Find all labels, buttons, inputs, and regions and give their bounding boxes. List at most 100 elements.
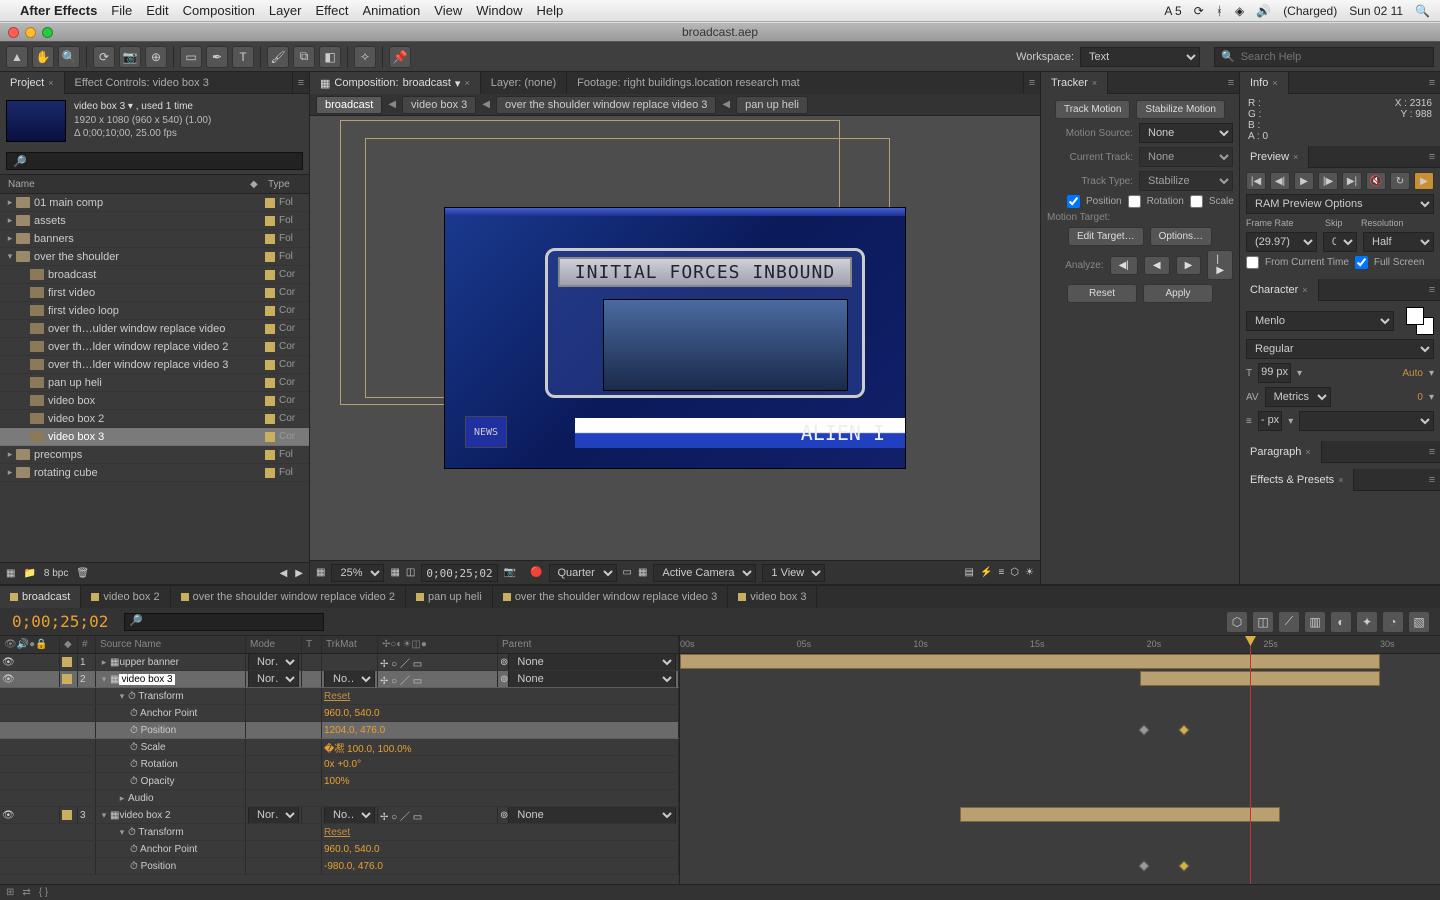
zoom-tool[interactable]: 🔍 — [58, 46, 80, 68]
play-button[interactable]: ▶ — [1294, 172, 1314, 190]
mute-button[interactable]: 🔇 — [1366, 172, 1386, 190]
current-time-display[interactable]: 0;00;25;02 — [0, 612, 120, 631]
panel-menu-icon[interactable]: ≡ — [293, 77, 309, 89]
layer-row[interactable]: ⏱ Position-980.0, 476.0 — [0, 858, 679, 875]
toggle-switches-icon[interactable]: ⇄ — [22, 887, 30, 898]
frame-blend-icon[interactable]: ▥ — [1304, 611, 1326, 633]
timeline-tab[interactable]: over the shoulder window replace video 3 — [493, 586, 728, 608]
col-number[interactable]: # — [78, 636, 96, 653]
brackets-icon[interactable]: { } — [39, 887, 48, 898]
type-tool[interactable]: T — [232, 46, 254, 68]
composition-tab[interactable]: ▦ Composition: broadcast ▾ × — [310, 72, 481, 94]
pan-behind-tool[interactable]: ⊕ — [145, 46, 167, 68]
channel-icon[interactable]: 🔴 — [530, 567, 542, 578]
font-size-input[interactable]: 99 px — [1258, 363, 1291, 383]
options-button[interactable]: Options… — [1150, 227, 1212, 246]
menu-layer[interactable]: Layer — [269, 3, 302, 18]
layer-bar[interactable] — [960, 807, 1280, 822]
breadcrumb-item[interactable]: pan up heli — [736, 96, 808, 114]
project-item[interactable]: video box 2Cor — [0, 410, 309, 428]
timeline-search[interactable]: 🔎 — [124, 613, 324, 631]
current-track-select[interactable]: None — [1139, 147, 1233, 167]
eraser-tool[interactable]: ◧ — [319, 46, 341, 68]
timeline-tab[interactable]: broadcast — [0, 586, 81, 608]
layer-row[interactable]: ⏱ Position1204.0, 476.0 — [0, 722, 679, 739]
last-frame-button[interactable]: ▶| — [1342, 172, 1362, 190]
timeline-tab[interactable]: video box 2 — [81, 586, 170, 608]
timeline-icon[interactable]: ≡ — [998, 567, 1004, 578]
project-thumbnail[interactable] — [6, 100, 66, 142]
draft-3d-icon[interactable]: ◫ — [1252, 611, 1274, 633]
project-item[interactable]: first videoCor — [0, 284, 309, 302]
spotlight-icon[interactable]: 🔍 — [1415, 4, 1430, 18]
clone-tool[interactable]: ⧉ — [293, 46, 315, 68]
camera-select[interactable]: Active Camera — [653, 564, 756, 582]
track-type-select[interactable]: Stabilize — [1139, 171, 1233, 191]
label-swatch[interactable] — [265, 378, 275, 388]
stabilize-button[interactable]: Stabilize Motion — [1136, 100, 1225, 119]
app-name[interactable]: After Effects — [20, 3, 97, 18]
apply-button[interactable]: Apply — [1143, 284, 1213, 303]
puppet-tool[interactable]: 📌 — [389, 46, 411, 68]
auto-keyframe-icon[interactable]: ◔ — [1382, 611, 1404, 633]
project-item[interactable]: first video loopCor — [0, 302, 309, 320]
layer-row[interactable]: 👁3▾▦ video box 2Nor…No…✢ ○ ／ ▭⊚ None — [0, 807, 679, 824]
next-frame-button[interactable]: |▶ — [1318, 172, 1338, 190]
timeline-tab[interactable]: pan up heli — [406, 586, 493, 608]
tracking-input[interactable]: 0 — [1417, 392, 1423, 403]
scroll-left-icon[interactable]: ◀ — [280, 568, 288, 579]
label-swatch[interactable] — [265, 342, 275, 352]
font-style-select[interactable]: Regular — [1246, 339, 1434, 359]
label-swatch[interactable] — [265, 270, 275, 280]
keyframe[interactable] — [1178, 724, 1189, 735]
snapshot-icon[interactable]: 📷 — [504, 567, 516, 578]
effects-presets-tab[interactable]: Effects & Presets× — [1240, 469, 1354, 491]
edit-target-button[interactable]: Edit Target… — [1068, 227, 1144, 246]
mask-icon[interactable]: ◫ — [406, 567, 415, 578]
project-search[interactable]: 🔎 — [6, 152, 303, 170]
project-item[interactable]: over th…ulder window replace videoCor — [0, 320, 309, 338]
layer-tab[interactable]: Layer: (none) — [481, 72, 567, 94]
analyze-back[interactable]: ◀ — [1144, 256, 1170, 275]
project-item[interactable]: broadcastCor — [0, 266, 309, 284]
layer-bar[interactable] — [1140, 671, 1380, 686]
pen-tool[interactable]: ✒ — [206, 46, 228, 68]
selection-tool[interactable]: ▲ — [6, 46, 28, 68]
label-swatch[interactable] — [265, 288, 275, 298]
mag-icon[interactable]: ▦ — [316, 567, 325, 578]
workspace-select[interactable]: Text — [1080, 47, 1200, 67]
layer-row[interactable]: 👁1▸▦ upper bannerNor…✢ ○ ／ ▭⊚ None — [0, 654, 679, 671]
exposure-icon[interactable]: ☀ — [1025, 567, 1034, 578]
tracker-tab[interactable]: Tracker× — [1041, 72, 1108, 94]
breadcrumb-item[interactable]: over the shoulder window replace video 3 — [496, 96, 716, 114]
effect-controls-tab[interactable]: Effect Controls: video box 3 — [65, 72, 293, 94]
project-item[interactable]: ▸assetsFol — [0, 212, 309, 230]
project-item[interactable]: ▾over the shoulderFol — [0, 248, 309, 266]
panel-menu-icon[interactable]: ≡ — [1424, 446, 1440, 458]
col-source-name[interactable]: Source Name — [96, 636, 246, 653]
analyze-fwd[interactable]: ▶ — [1176, 256, 1202, 275]
layer-row[interactable]: ⏱ Anchor Point960.0, 540.0 — [0, 841, 679, 858]
project-item[interactable]: pan up heliCor — [0, 374, 309, 392]
project-item[interactable]: over th…lder window replace video 2Cor — [0, 338, 309, 356]
wifi-icon[interactable]: ◈ — [1235, 4, 1244, 18]
battery-status[interactable]: (Charged) — [1283, 4, 1337, 18]
loop-button[interactable]: ↻ — [1390, 172, 1410, 190]
project-item[interactable]: ▸01 main compFol — [0, 194, 309, 212]
project-item[interactable]: ▸precompsFol — [0, 446, 309, 464]
preview-res-select[interactable]: Half — [1363, 232, 1434, 252]
grid-icon[interactable]: ▦ — [390, 567, 399, 578]
comp-flowchart-icon[interactable]: ⬡ — [1010, 567, 1019, 578]
reset-button[interactable]: Reset — [1067, 284, 1137, 303]
label-swatch[interactable] — [265, 360, 275, 370]
rotation-tool[interactable]: ⟳ — [93, 46, 115, 68]
full-screen-checkbox[interactable] — [1355, 256, 1368, 269]
views-select[interactable]: 1 View — [762, 564, 825, 582]
interpret-icon[interactable]: ▦ — [6, 568, 15, 579]
first-frame-button[interactable]: |◀ — [1246, 172, 1266, 190]
skip-select[interactable]: 0 — [1323, 232, 1357, 252]
stroke-style[interactable] — [1299, 411, 1434, 431]
breadcrumb-item[interactable]: video box 3 — [402, 96, 476, 114]
analyze-fwd-1[interactable]: |▶ — [1207, 250, 1233, 280]
hand-tool[interactable]: ✋ — [32, 46, 54, 68]
